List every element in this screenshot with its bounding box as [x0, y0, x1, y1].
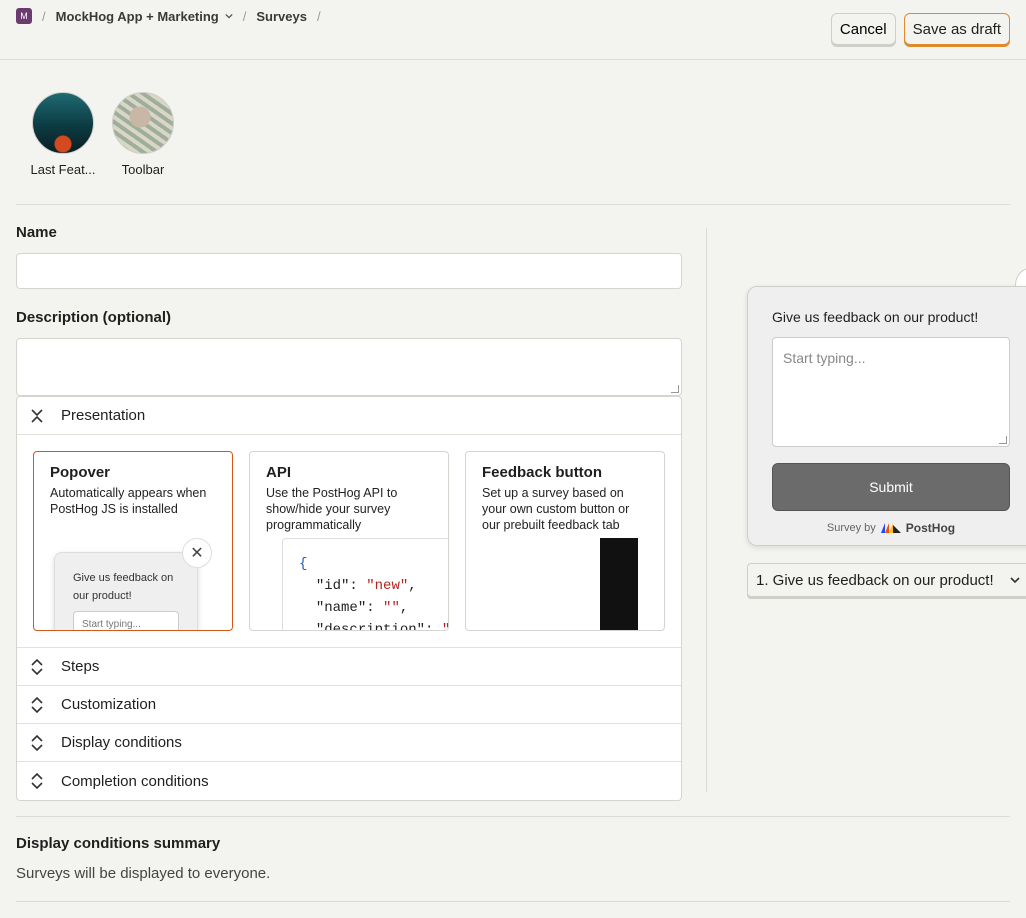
survey-templates: Last Feat... Toolbar: [30, 92, 174, 177]
divider: [16, 204, 1010, 205]
option-title: Popover: [50, 464, 111, 481]
code-value: ": [442, 622, 448, 630]
mini-question: Give us feedback on our product!: [73, 572, 174, 602]
mini-input: Start typing...: [73, 611, 179, 630]
code-value: "new": [366, 578, 409, 594]
breadcrumb: M / MockHog App + Marketing / Surveys /: [16, 8, 321, 24]
preview-submit-button[interactable]: Submit: [772, 463, 1010, 511]
accordion-label: Presentation: [61, 407, 146, 424]
question-select-value: 1. Give us feedback on our product!: [756, 571, 994, 589]
preview-answer-input[interactable]: Start typing...: [772, 337, 1010, 447]
org-badge[interactable]: M: [16, 8, 32, 24]
accordion-label: Display conditions: [61, 734, 182, 751]
code-value: "": [383, 600, 400, 616]
survey-settings-accordion: Presentation Popover Automatically appea…: [16, 396, 682, 801]
resize-handle[interactable]: [671, 385, 679, 393]
expand-icon: [31, 734, 43, 751]
expand-icon: [31, 773, 43, 789]
top-actions: Cancel Save as draft: [830, 13, 1010, 45]
vertical-divider: [706, 228, 707, 792]
chevron-down-icon: [1010, 577, 1020, 584]
template-thumbnail[interactable]: [32, 92, 94, 154]
option-description: Automatically appears when PostHog JS is…: [50, 486, 207, 516]
posthog-brand: PostHog: [905, 521, 956, 535]
accordion-customization-header[interactable]: Customization: [17, 686, 681, 724]
display-conditions-summary-title: Display conditions summary: [16, 835, 221, 852]
divider: [16, 816, 1010, 817]
template-item[interactable]: Last Feat...: [30, 92, 96, 177]
breadcrumb-separator: /: [316, 8, 321, 24]
accordion-presentation-header[interactable]: Presentation: [17, 397, 681, 435]
code-brace: {: [299, 556, 308, 572]
close-icon: ✕: [182, 538, 212, 568]
api-code-preview: { "id": "new", "name": "", "description"…: [282, 538, 448, 631]
option-description: Set up a survey based on your own custom…: [482, 486, 630, 532]
name-input[interactable]: [16, 253, 682, 289]
accordion-steps-header[interactable]: Steps: [17, 648, 681, 686]
accordion-display-conditions-header[interactable]: Display conditions: [17, 724, 681, 762]
breadcrumb-surveys[interactable]: Surveys: [256, 9, 307, 24]
survey-by-label: Survey by: [826, 522, 876, 534]
question-select[interactable]: 1. Give us feedback on our product!: [747, 563, 1026, 597]
presentation-options: Popover Automatically appears when PostH…: [17, 435, 681, 648]
divider: [16, 901, 1010, 902]
posthog-logo-icon: [880, 523, 901, 533]
survey-form: Name Description (optional): [16, 224, 682, 396]
top-bar: M / MockHog App + Marketing / Surveys / …: [0, 0, 1026, 60]
expand-icon: [31, 658, 43, 675]
accordion-completion-conditions-header[interactable]: Completion conditions: [17, 762, 681, 800]
survey-preview: Give us feedback on our product! Start t…: [747, 286, 1026, 546]
accordion-label: Customization: [61, 696, 157, 713]
template-label: Last Feat...: [30, 162, 96, 177]
preview-question: Give us feedback on our product!: [772, 309, 979, 325]
description-input[interactable]: [16, 338, 682, 396]
resize-handle[interactable]: [999, 436, 1007, 444]
presentation-option-feedback-button[interactable]: Feedback button Set up a survey based on…: [465, 451, 665, 631]
template-thumbnail[interactable]: [112, 92, 174, 154]
template-label: Toolbar: [121, 162, 165, 177]
code-key: "name": [315, 600, 367, 616]
breadcrumb-project[interactable]: MockHog App + Marketing: [56, 9, 233, 24]
option-title: API: [266, 464, 292, 481]
accordion-label: Completion conditions: [61, 772, 209, 790]
popover-preview-thumbnail: Give us feedback on our product! Start t…: [54, 552, 198, 630]
cancel-button[interactable]: Cancel: [830, 13, 896, 45]
breadcrumb-project-label: MockHog App + Marketing: [55, 8, 219, 24]
presentation-option-api[interactable]: API Use the PostHog API to show/hide you…: [249, 451, 449, 631]
chevron-down-icon: [225, 13, 233, 19]
breadcrumb-separator: /: [42, 8, 46, 24]
presentation-option-popover[interactable]: Popover Automatically appears when PostH…: [33, 451, 233, 631]
preview-placeholder: Start typing...: [783, 350, 866, 366]
option-title: Feedback button: [482, 464, 603, 481]
display-conditions-summary-text: Surveys will be displayed to everyone.: [16, 865, 271, 882]
template-item[interactable]: Toolbar: [112, 92, 174, 177]
breadcrumb-separator: /: [242, 8, 247, 24]
expand-icon: [31, 696, 43, 713]
code-key: "id": [315, 578, 350, 594]
collapse-icon: [31, 408, 43, 423]
preview-branding: Survey by PostHog: [772, 521, 1010, 535]
description-label: Description (optional): [16, 309, 171, 326]
option-description: Use the PostHog API to show/hide your su…: [266, 486, 398, 532]
accordion-label: Steps: [61, 658, 100, 675]
feedback-tab-thumbnail: [600, 538, 638, 630]
save-as-draft-button[interactable]: Save as draft: [903, 13, 1010, 45]
name-label: Name: [16, 224, 57, 241]
code-key: "description": [315, 622, 426, 631]
